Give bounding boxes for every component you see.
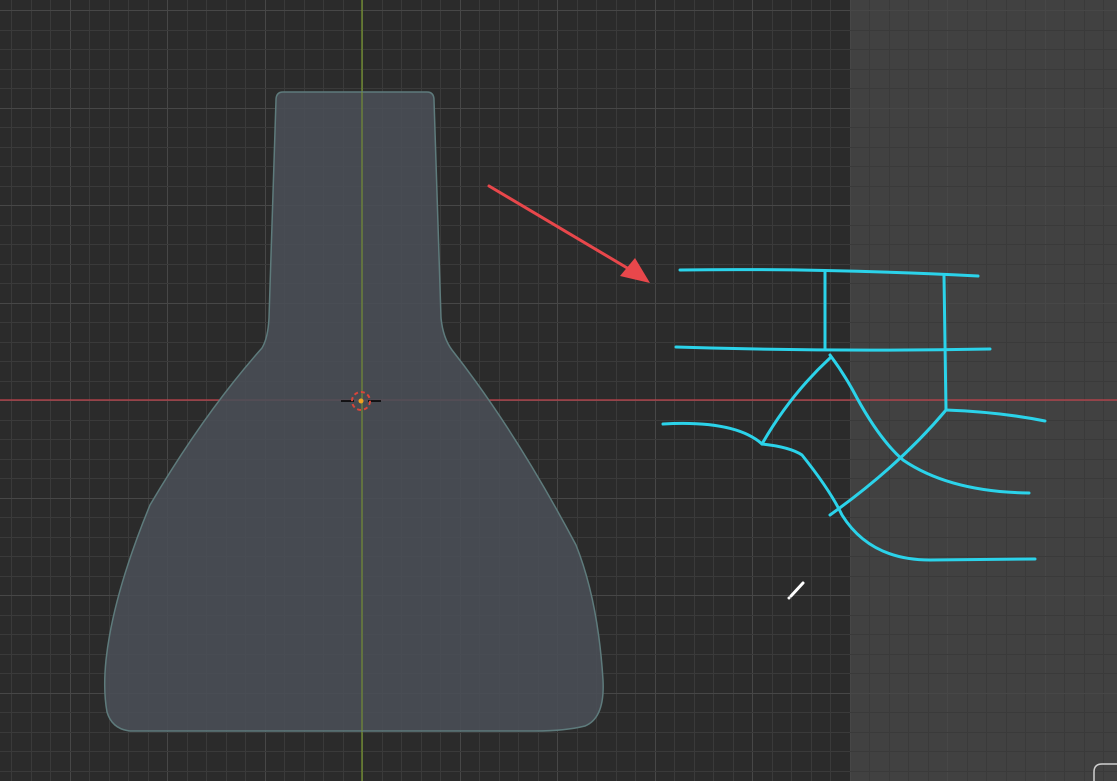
right-side-panel — [850, 0, 1117, 781]
3d-viewport[interactable] — [0, 0, 1117, 781]
